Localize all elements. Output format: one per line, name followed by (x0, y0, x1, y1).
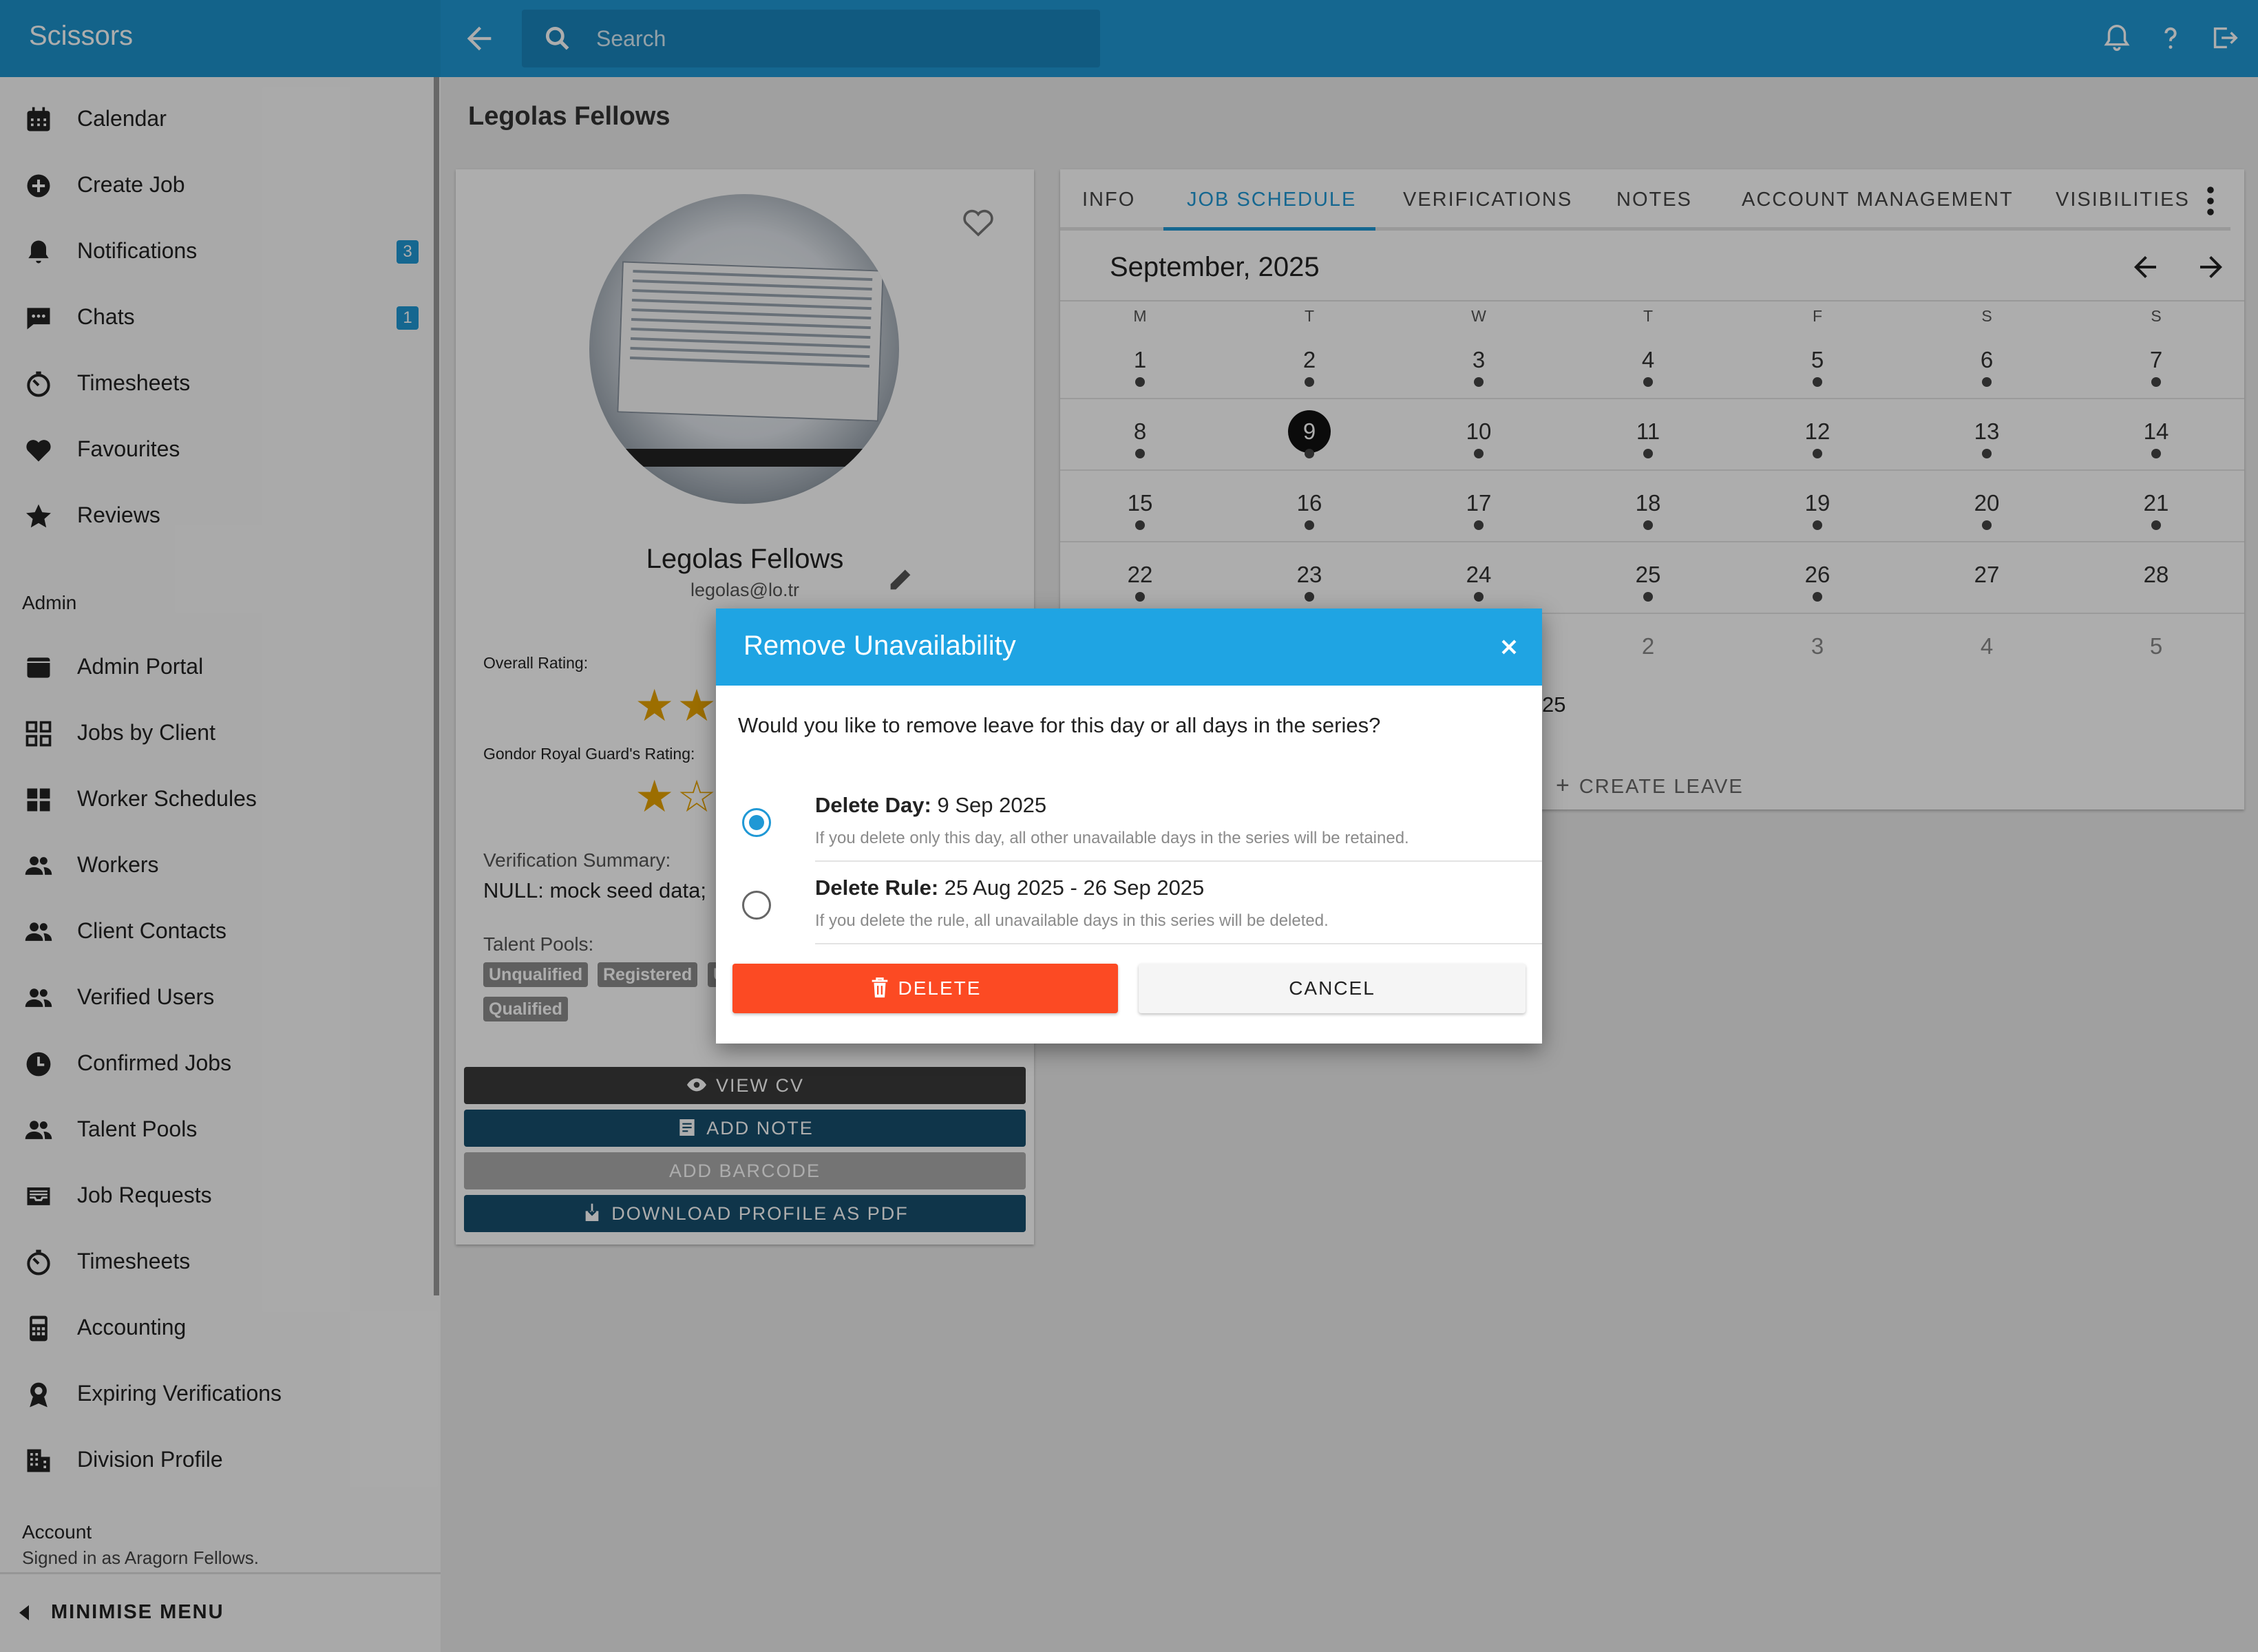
remove-unavailability-dialog: Remove Unavailability Would you like to … (716, 608, 1542, 1044)
close-icon[interactable] (1497, 635, 1521, 659)
delete-rule-description: If you delete the rule, all unavailable … (815, 911, 1329, 930)
trash-icon (872, 977, 887, 997)
delete-label: DELETE (898, 977, 982, 999)
delete-day-description: If you delete only this day, all other u… (815, 829, 1409, 847)
delete-day-radio[interactable] (742, 808, 771, 837)
delete-day-value: 9 Sep 2025 (937, 793, 1047, 817)
delete-rule-value: 25 Aug 2025 - 26 Sep 2025 (944, 876, 1205, 900)
dialog-question: Would you like to remove leave for this … (738, 713, 1381, 737)
cancel-button[interactable]: CANCEL (1139, 964, 1526, 1013)
delete-rule-radio[interactable] (742, 891, 771, 920)
delete-day-option[interactable]: Delete Day: 9 Sep 2025 If you delete onl… (716, 779, 1542, 859)
delete-button[interactable]: DELETE (732, 964, 1118, 1013)
dialog-header: Remove Unavailability (716, 608, 1542, 686)
delete-rule-option[interactable]: Delete Rule: 25 Aug 2025 - 26 Sep 2025 I… (716, 862, 1542, 942)
delete-rule-label: Delete Rule: (815, 876, 939, 900)
dialog-title: Remove Unavailability (743, 631, 1016, 661)
delete-day-title: Delete Day: 9 Sep 2025 (815, 793, 1046, 818)
divider (815, 943, 1542, 944)
cancel-label: CANCEL (1289, 977, 1375, 999)
delete-rule-title: Delete Rule: 25 Aug 2025 - 26 Sep 2025 (815, 876, 1204, 900)
delete-day-label: Delete Day: (815, 793, 931, 817)
